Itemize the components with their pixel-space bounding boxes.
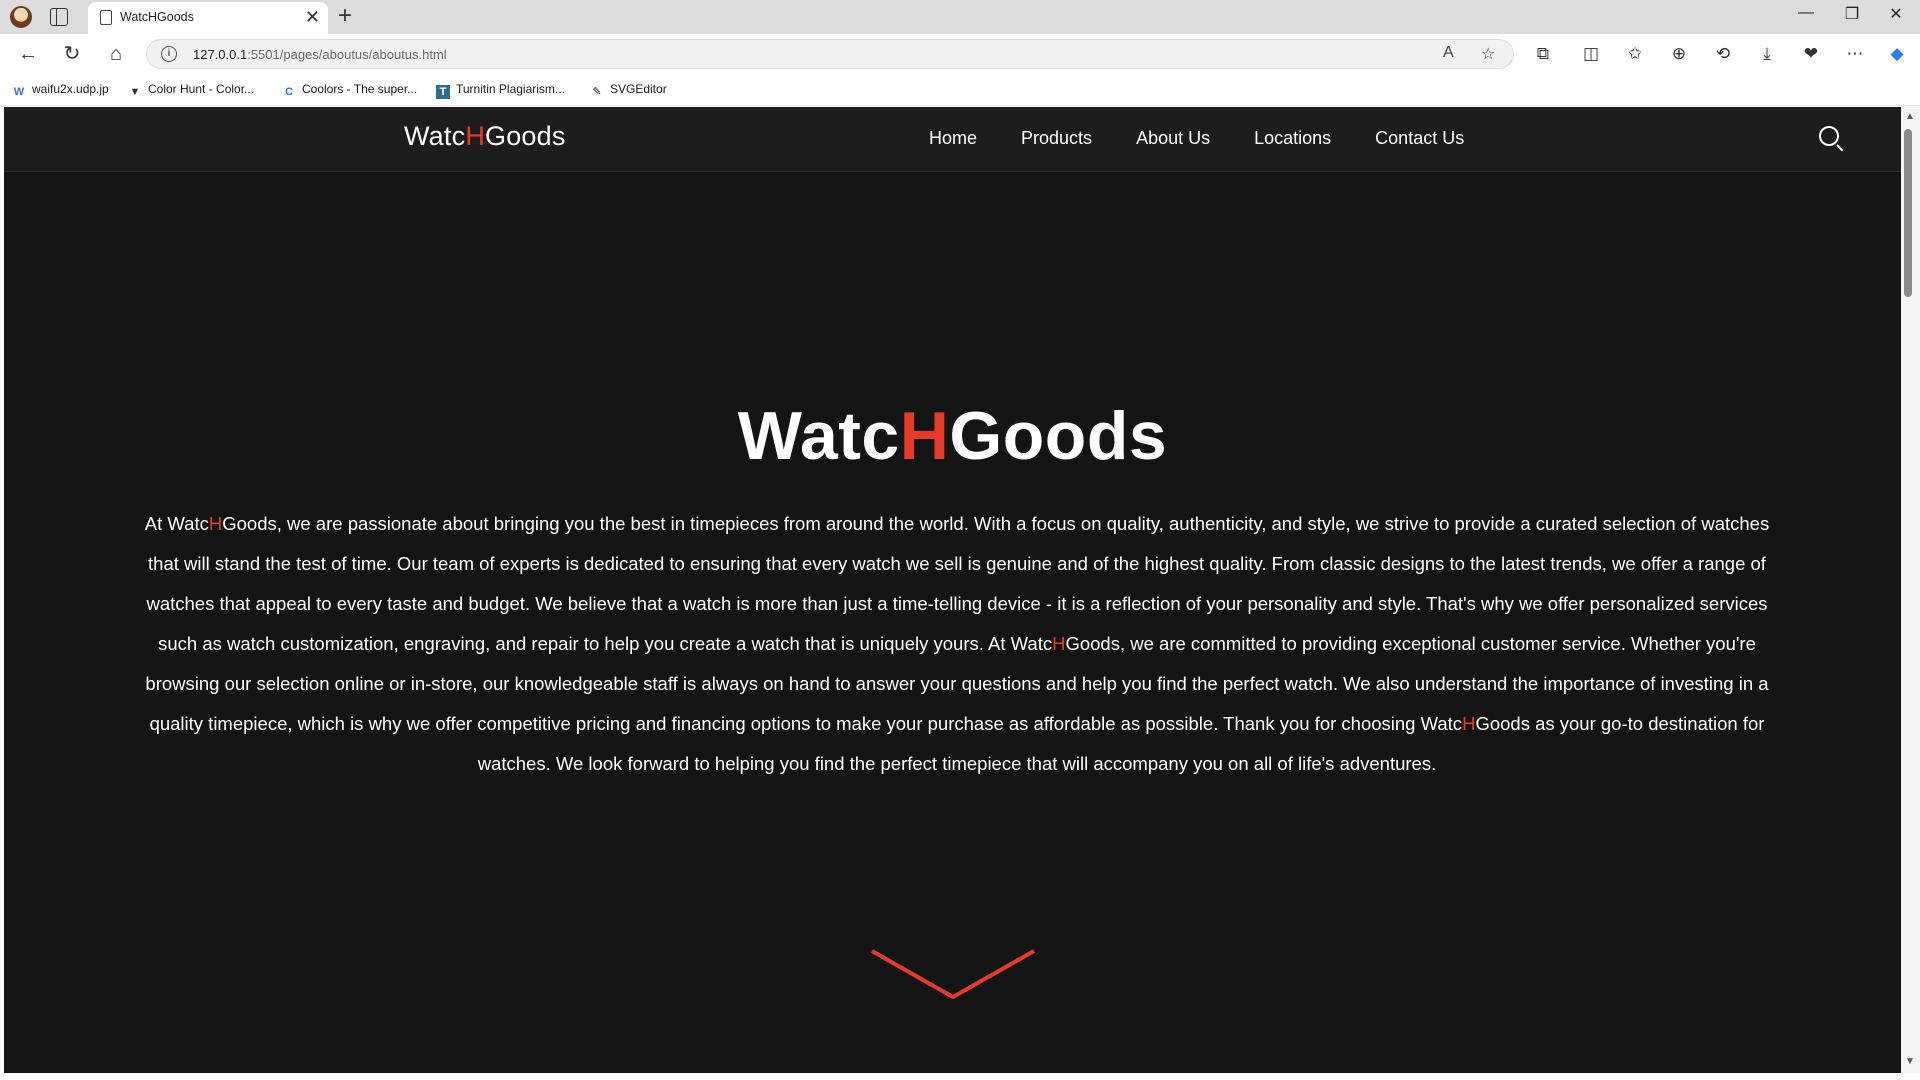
- scroll-down-arrow-icon[interactable]: ▼: [1905, 1056, 1915, 1067]
- hero-title: WatcHGoods: [737, 398, 1168, 474]
- tab-title: WatcHGoods: [120, 10, 194, 24]
- nav-locations[interactable]: Locations: [1254, 128, 1331, 149]
- new-tab-button[interactable]: +: [338, 2, 352, 30]
- nav-about-us[interactable]: About Us: [1136, 128, 1210, 149]
- url-text[interactable]: 127.0.0.1:5501/pages/aboutus/aboutus.htm…: [193, 47, 447, 62]
- nav-contact-us[interactable]: Contact Us: [1375, 128, 1464, 149]
- home-icon[interactable]: ⌂: [102, 42, 130, 66]
- more-menu-icon[interactable]: ⋯: [1842, 43, 1868, 65]
- profile-avatar-icon[interactable]: [10, 6, 32, 28]
- back-arrow-icon[interactable]: ←: [14, 42, 42, 66]
- site-logo[interactable]: WatcHGoods: [404, 121, 566, 152]
- browser-tab-active[interactable]: WatcHGoods ✕: [88, 2, 328, 34]
- page-viewport: WatcHGoods Home Products About Us Locati…: [4, 107, 1901, 1073]
- split-screen-icon[interactable]: ◫: [1578, 43, 1604, 65]
- favorites-icon[interactable]: ✩: [1622, 43, 1648, 65]
- close-window-button[interactable]: ✕: [1876, 4, 1916, 24]
- restore-button[interactable]: ❐: [1832, 4, 1872, 24]
- extensions-icon[interactable]: ⧉: [1530, 43, 1556, 65]
- turnitin-icon: T: [436, 85, 450, 99]
- browser-tab-strip: WatcHGoods ✕ + — ❐ ✕: [0, 0, 1920, 34]
- bookmark-waifu2x[interactable]: Wwaifu2x.udp.jp: [12, 82, 109, 99]
- collections-icon[interactable]: ⊕: [1666, 43, 1692, 65]
- waifu2x-icon: W: [13, 86, 25, 98]
- read-aloud-icon[interactable]: A: [1443, 44, 1454, 62]
- bookmark-turnitin[interactable]: T Turnitin Plagiarism...: [436, 82, 565, 99]
- scroll-up-arrow-icon[interactable]: ▲: [1905, 111, 1915, 122]
- browser-toolbar: ← ↻ ⌂ i 127.0.0.1:5501/pages/aboutus/abo…: [0, 34, 1920, 74]
- scrollbar-thumb[interactable]: [1904, 129, 1912, 297]
- tab-close-icon[interactable]: ✕: [305, 7, 320, 27]
- site-info-icon[interactable]: i: [161, 46, 177, 62]
- nav-home[interactable]: Home: [929, 128, 977, 149]
- scroll-down-chevron-icon[interactable]: [868, 945, 1038, 1005]
- browser-essentials-icon[interactable]: ❤: [1798, 43, 1824, 65]
- bookmark-color-hunt[interactable]: ▼ Color Hunt - Color...: [128, 82, 255, 99]
- coolors-icon: C: [285, 86, 293, 98]
- nav-products[interactable]: Products: [1021, 128, 1092, 149]
- bookmark-coolors[interactable]: C Coolors - The super...: [282, 82, 417, 99]
- main-menu: Home Products About Us Locations Contact…: [929, 128, 1464, 149]
- search-icon[interactable]: [1819, 126, 1839, 146]
- history-icon[interactable]: ⟲: [1710, 43, 1736, 65]
- site-navbar: WatcHGoods Home Products About Us Locati…: [4, 107, 1901, 172]
- page-icon: [100, 10, 112, 25]
- reload-icon[interactable]: ↻: [58, 42, 86, 66]
- color-hunt-icon: ▼: [129, 86, 141, 98]
- address-bar[interactable]: i 127.0.0.1:5501/pages/aboutus/aboutus.h…: [146, 39, 1514, 69]
- downloads-icon[interactable]: ⤓: [1754, 43, 1780, 65]
- bookmark-svgeditor[interactable]: ✎ SVGEditor: [590, 82, 666, 99]
- favorite-star-icon[interactable]: ☆: [1481, 44, 1495, 64]
- about-paragraph: At WatcHGoods, we are passionate about b…: [144, 513, 1770, 774]
- minimize-button[interactable]: —: [1786, 4, 1826, 22]
- tab-actions-icon[interactable]: [50, 8, 68, 26]
- bookmarks-bar: Wwaifu2x.udp.jp ▼ Color Hunt - Color... C…: [0, 74, 1920, 106]
- copilot-icon[interactable]: ◆: [1884, 43, 1910, 65]
- svgeditor-icon: ✎: [592, 86, 602, 98]
